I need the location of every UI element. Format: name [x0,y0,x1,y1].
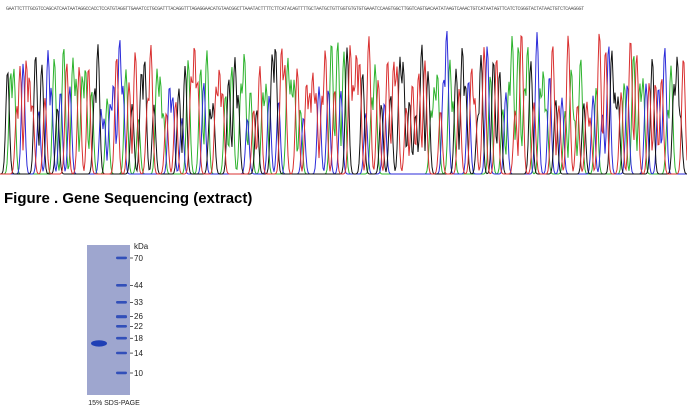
marker-band [116,301,127,304]
marker-label: 10 [134,368,143,378]
sequencing-chromatogram: GAATTCTTTGCGTCCAGCATCAATAATAGGCCACCTCCAT… [0,0,687,180]
marker-label: 22 [134,321,143,331]
marker-label: 44 [134,280,143,290]
sample-band [91,340,107,347]
marker-label: 70 [134,253,143,263]
figure-caption: Figure . Gene Sequencing (extract) [4,190,253,207]
marker-label: 26 [134,312,143,321]
gel-image [87,245,133,395]
gel-unit-label: kDa [134,242,149,251]
marker-band [116,336,127,340]
chromatogram-trace [0,30,687,175]
marker-band [116,256,127,260]
marker-label: 14 [134,348,143,358]
marker-label: 18 [134,333,143,343]
sds-page-gel: kDa 70 44 33 26 22 18 14 10 15% SDS-PAGE [82,242,156,408]
marker-band [116,315,127,319]
gel-caption: 15% SDS-PAGE [88,400,140,407]
marker-label: 33 [134,297,143,307]
marker-band [116,284,127,287]
marker-band [116,351,127,355]
marker-band [116,325,127,328]
marker-band [116,371,127,375]
